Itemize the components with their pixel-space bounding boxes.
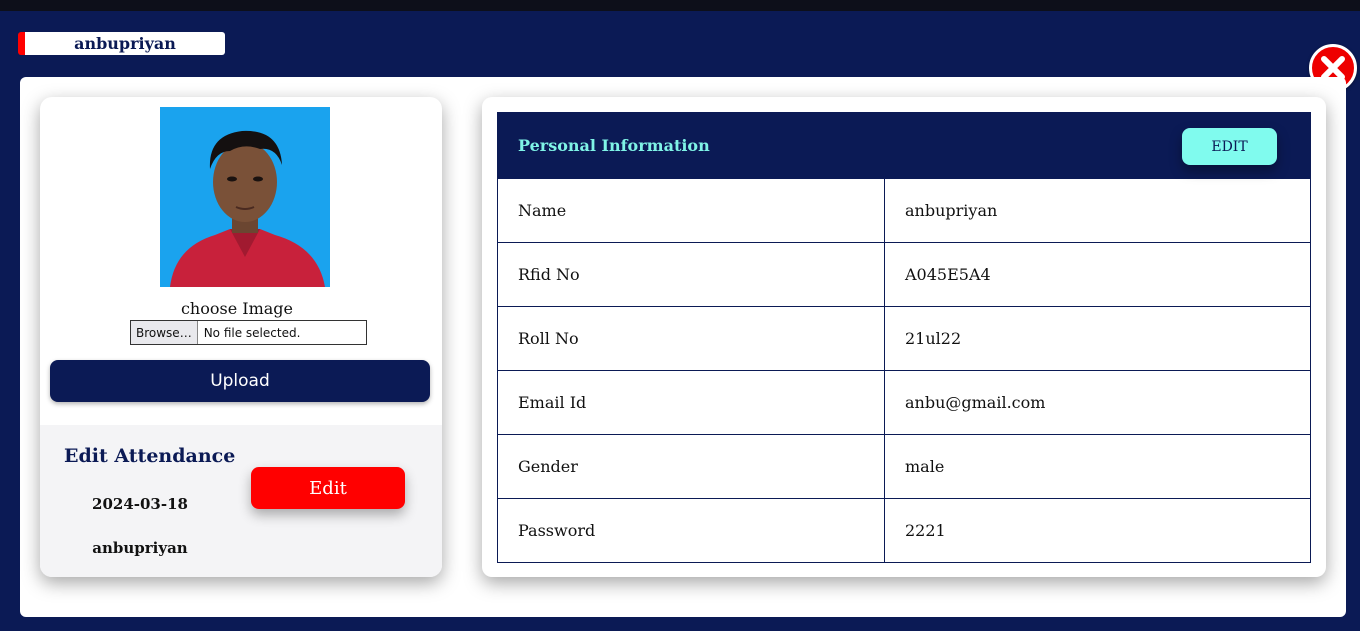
personal-info-header: Personal Information EDIT [498, 113, 1310, 178]
personal-info-table: Personal Information EDIT Name anbupriya… [497, 112, 1311, 563]
table-row: Name anbupriyan [498, 178, 1310, 242]
table-row: Password 2221 [498, 498, 1310, 562]
profile-card: choose Image Browse… No file selected. U… [40, 97, 442, 577]
row-value: 2221 [905, 521, 946, 540]
edit-personal-info-button[interactable]: EDIT [1182, 128, 1277, 165]
row-value: anbu@gmail.com [905, 393, 1046, 412]
row-label: Rfid No [498, 243, 885, 306]
row-label: Email Id [498, 371, 885, 434]
edit-attendance-section: Edit Attendance 2024-03-18 anbupriyan Ed… [40, 425, 442, 577]
row-label: Name [498, 179, 885, 242]
upload-button[interactable]: Upload [50, 360, 430, 402]
table-row: Rfid No A045E5A4 [498, 242, 1310, 306]
edit-attendance-button[interactable]: Edit [251, 467, 405, 509]
table-row: Email Id anbu@gmail.com [498, 370, 1310, 434]
browser-bookmarks-strip [0, 0, 1360, 11]
row-label: Gender [498, 435, 885, 498]
edit-attendance-title: Edit Attendance [64, 445, 236, 467]
table-row: Gender male [498, 434, 1310, 498]
choose-image-label: choose Image [180, 299, 294, 318]
personal-info-title: Personal Information [518, 136, 710, 155]
row-value: A045E5A4 [905, 265, 991, 284]
profile-photo [160, 107, 330, 287]
attendance-student-name: anbupriyan [92, 539, 188, 557]
row-label: Roll No [498, 307, 885, 370]
attendance-date: 2024-03-18 [92, 495, 188, 513]
table-row: Roll No 21ul22 [498, 306, 1310, 370]
row-value: male [905, 457, 945, 476]
user-name-tag: anbupriyan [18, 32, 225, 55]
personal-info-card: Personal Information EDIT Name anbupriya… [482, 97, 1326, 577]
row-value: anbupriyan [905, 201, 998, 220]
browse-button[interactable]: Browse… [131, 321, 198, 344]
file-status-text: No file selected. [203, 325, 301, 340]
row-label: Password [498, 499, 885, 562]
row-value: 21ul22 [905, 329, 962, 348]
image-file-input[interactable]: Browse… No file selected. [130, 320, 367, 345]
